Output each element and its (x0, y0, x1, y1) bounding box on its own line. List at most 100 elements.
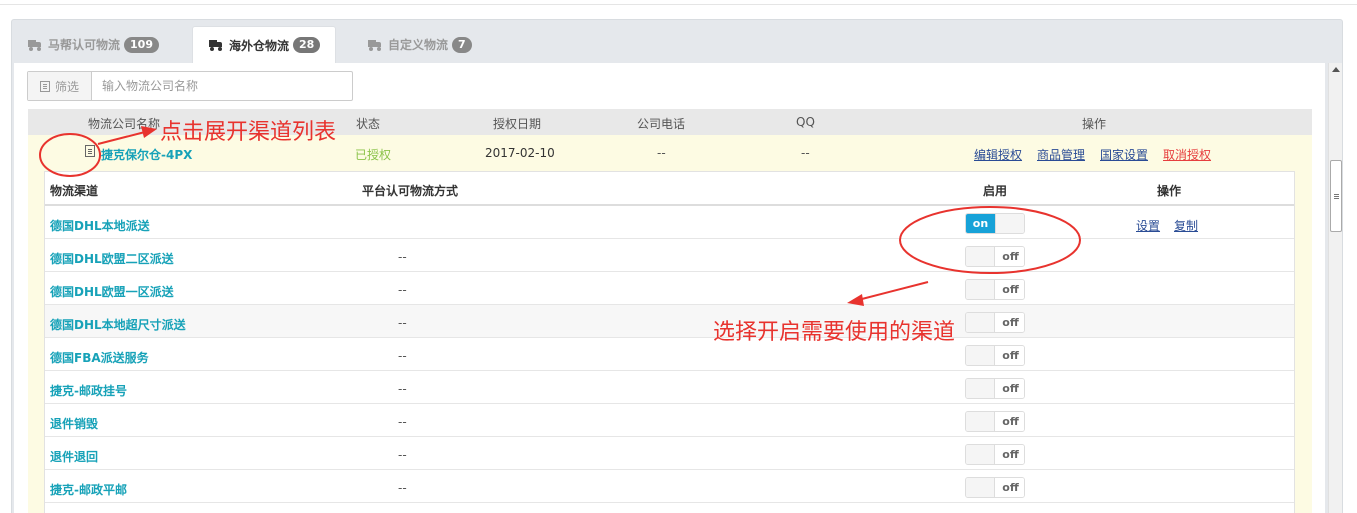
cancel-auth-link[interactable]: 取消授权 (1163, 146, 1211, 163)
tab-label: 自定义物流 (388, 38, 449, 52)
toggle-state-label: off (996, 280, 1024, 299)
channel-row: 捷克-邮政平邮 -- off (45, 470, 1294, 503)
channel-enable-toggle[interactable]: off (965, 345, 1025, 366)
expand-hint-annotation: 点击展开渠道列表 (160, 120, 337, 145)
header-channel: 物流渠道 (50, 184, 99, 198)
phone-value: -- (657, 146, 666, 160)
count-badge: 7 (452, 36, 472, 53)
toggle-state-label: off (996, 412, 1024, 431)
channel-enable-toggle[interactable]: off (965, 378, 1025, 399)
scroll-thumb[interactable] (1330, 160, 1342, 232)
toggle-knob (966, 346, 995, 365)
tab-label: 马帮认可物流 (48, 38, 121, 52)
channel-name[interactable]: 德国DHL欧盟二区派送 (50, 250, 174, 267)
channel-name[interactable]: 捷克-邮政挂号 (50, 382, 127, 399)
product-manage-link[interactable]: 商品管理 (1037, 146, 1085, 163)
edit-auth-link[interactable]: 编辑授权 (974, 146, 1022, 163)
channel-name[interactable]: 德国DHL本地超尺寸派送 (50, 316, 186, 333)
tab-label: 海外仓物流 (229, 38, 290, 53)
toggle-state-label: off (996, 346, 1024, 365)
company-name[interactable]: 捷克保尔仓-4PX (101, 146, 192, 163)
channel-row: 退件销毁 -- off (45, 404, 1294, 437)
channel-table: 物流渠道 平台认可物流方式 启用 操作 德国DHL本地派送 on 设置 复制 德国DHL… (44, 171, 1295, 513)
filter-icon (39, 80, 50, 92)
toggle-knob (966, 412, 995, 431)
channel-row: 德国DHL本地派送 on 设置 复制 (45, 206, 1294, 239)
header-qq: QQ (796, 115, 815, 129)
channel-row: 德国DHL欧盟二区派送 -- off (45, 239, 1294, 272)
header-enabled: 启用 (983, 184, 1008, 198)
channel-platform-method: -- (398, 349, 407, 363)
header-actions: 操作 (1082, 117, 1107, 131)
scroll-up-arrow-icon[interactable] (1332, 67, 1340, 72)
header-auth-date: 授权日期 (493, 117, 542, 131)
toggle-knob (966, 478, 995, 497)
channel-enable-toggle[interactable]: off (965, 312, 1025, 333)
channel-table-header: 物流渠道 平台认可物流方式 启用 操作 (45, 172, 1294, 206)
top-divider (0, 4, 1357, 5)
channel-settings-link[interactable]: 设置 (1136, 217, 1160, 234)
toggle-state-label: off (996, 379, 1024, 398)
channel-enable-toggle[interactable]: on (965, 213, 1025, 234)
filter-label: 筛选 (28, 72, 92, 100)
toggle-state-label: on (966, 214, 995, 233)
tab-mabang-approved[interactable]: 马帮认可物流 109 (12, 26, 182, 63)
channel-platform-method: -- (398, 316, 407, 330)
country-settings-link[interactable]: 国家设置 (1100, 146, 1148, 163)
channel-name[interactable]: 捷克-邮政平邮 (50, 481, 127, 498)
channel-name[interactable]: 退件销毁 (50, 415, 98, 432)
channel-row: 德国FBA派送服务 -- off (45, 338, 1294, 371)
toggle-state-label: off (996, 445, 1024, 464)
qq-value: -- (801, 146, 810, 160)
tab-overseas-warehouse[interactable]: 海外仓物流 28 (192, 26, 336, 63)
expand-list-icon[interactable] (85, 145, 95, 157)
channel-row: 德国DHL本地超尺寸派送 -- off (45, 305, 1294, 338)
channel-platform-method: -- (398, 250, 407, 264)
logistics-panel: 马帮认可物流 109 海外仓物流 28 自定义物流 7 筛选 物流公司名称 状态… (11, 19, 1343, 513)
count-badge: 109 (124, 36, 159, 53)
channel-enable-toggle[interactable]: off (965, 477, 1025, 498)
company-row: 捷克保尔仓-4PX 已授权 2017-02-10 -- -- 编辑授权 商品管理… (28, 135, 1312, 513)
channel-platform-method: -- (398, 283, 407, 297)
auth-date: 2017-02-10 (485, 146, 555, 160)
header-status: 状态 (356, 117, 381, 131)
header-phone: 公司电话 (637, 117, 686, 131)
toggle-knob (966, 247, 995, 266)
count-badge: 28 (293, 37, 321, 53)
toggle-knob (966, 379, 995, 398)
channel-copy-link[interactable]: 复制 (1174, 217, 1198, 234)
channel-enable-toggle[interactable]: off (965, 444, 1025, 465)
company-search-input[interactable] (92, 72, 352, 100)
filter-label-text: 筛选 (54, 79, 79, 94)
channel-enable-toggle[interactable]: off (965, 279, 1025, 300)
enable-hint-annotation: 选择开启需要使用的渠道 (713, 320, 956, 345)
channel-row: 捷克-邮政挂号 -- off (45, 371, 1294, 404)
toggle-state-label: off (996, 478, 1024, 497)
truck-icon (368, 39, 382, 51)
tab-bar: 马帮认可物流 109 海外仓物流 28 自定义物流 7 (12, 20, 1342, 63)
channel-name[interactable]: 退件退回 (50, 448, 98, 465)
toggle-knob (966, 313, 995, 332)
toggle-knob (966, 445, 995, 464)
channel-name[interactable]: 德国FBA派送服务 (50, 349, 149, 366)
toggle-state-label: off (996, 247, 1024, 266)
channel-platform-method: -- (398, 481, 407, 495)
tab-custom-logistics[interactable]: 自定义物流 7 (352, 26, 492, 63)
toggle-knob (966, 280, 995, 299)
vertical-scrollbar[interactable] (1328, 63, 1342, 513)
channel-name[interactable]: 德国DHL本地派送 (50, 217, 150, 234)
truck-icon (209, 40, 223, 51)
channel-row: 退件退回 -- off (45, 437, 1294, 470)
header-company-name: 物流公司名称 (88, 117, 161, 131)
header-channel-actions: 操作 (1157, 184, 1182, 198)
channel-platform-method: -- (398, 415, 407, 429)
channel-enable-toggle[interactable]: off (965, 246, 1025, 267)
status-badge: 已授权 (355, 148, 392, 162)
channel-name[interactable]: 德国DHL欧盟一区派送 (50, 283, 174, 300)
channel-platform-method: -- (398, 382, 407, 396)
toggle-knob (995, 214, 1024, 233)
header-platform-method: 平台认可物流方式 (362, 184, 459, 198)
channel-enable-toggle[interactable]: off (965, 411, 1025, 432)
toggle-state-label: off (996, 313, 1024, 332)
filter-bar: 筛选 (27, 71, 353, 101)
